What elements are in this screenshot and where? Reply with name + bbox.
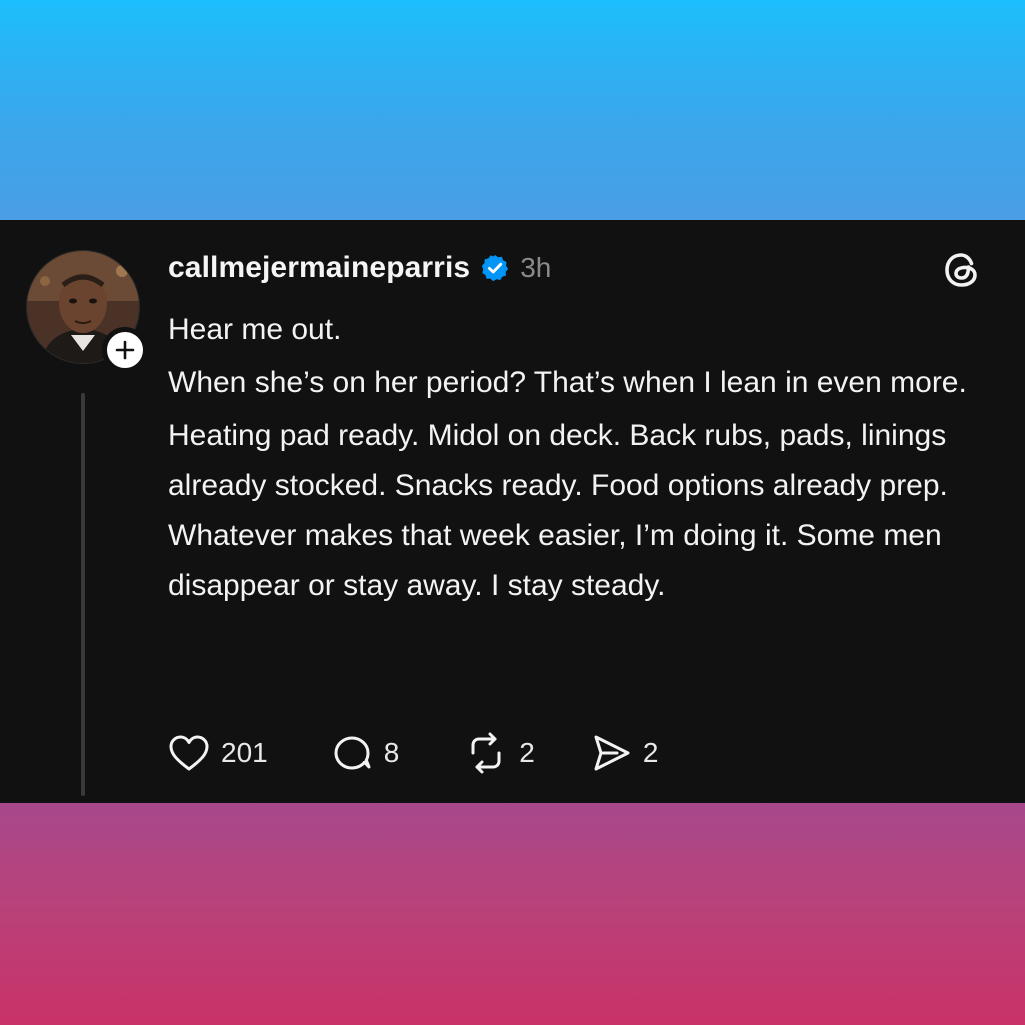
repost-icon	[471, 732, 501, 774]
thread-line	[81, 393, 85, 796]
username[interactable]: callmejermaineparris	[168, 251, 470, 285]
post-time: 3h	[520, 252, 552, 283]
send-icon	[594, 735, 630, 771]
post-header: callmejermaineparris 3h	[168, 246, 551, 290]
avatar-container	[26, 250, 148, 373]
post-body: Hear me out. When she’s on her period? T…	[168, 305, 998, 614]
post-card: callmejermaineparris 3h Hear me out. Whe…	[0, 220, 1025, 803]
reply-button[interactable]: 8	[328, 729, 400, 777]
bottom-gradient-background	[0, 803, 1025, 1025]
reply-count: 8	[383, 737, 400, 768]
threads-logo-icon[interactable]	[942, 250, 982, 290]
repost-count: 2	[519, 737, 535, 768]
heart-icon	[169, 735, 209, 771]
post-paragraph: Hear me out.	[168, 313, 342, 346]
like-count: 201	[221, 737, 268, 768]
action-bar: 201 8 2 2	[165, 728, 658, 778]
post-paragraph: Heating pad ready. Midol on deck. Back r…	[168, 419, 948, 602]
comment-icon	[334, 736, 371, 770]
like-button[interactable]: 201	[165, 729, 268, 777]
repost-button[interactable]: 2	[461, 729, 535, 777]
plus-icon	[115, 340, 135, 360]
verified-badge-icon	[482, 254, 509, 282]
top-gradient-background	[0, 0, 1025, 220]
share-count: 2	[642, 737, 659, 768]
post-paragraph: When she’s on her period? That’s when I …	[168, 366, 967, 399]
follow-button[interactable]	[102, 327, 148, 373]
share-button[interactable]: 2	[587, 729, 659, 777]
